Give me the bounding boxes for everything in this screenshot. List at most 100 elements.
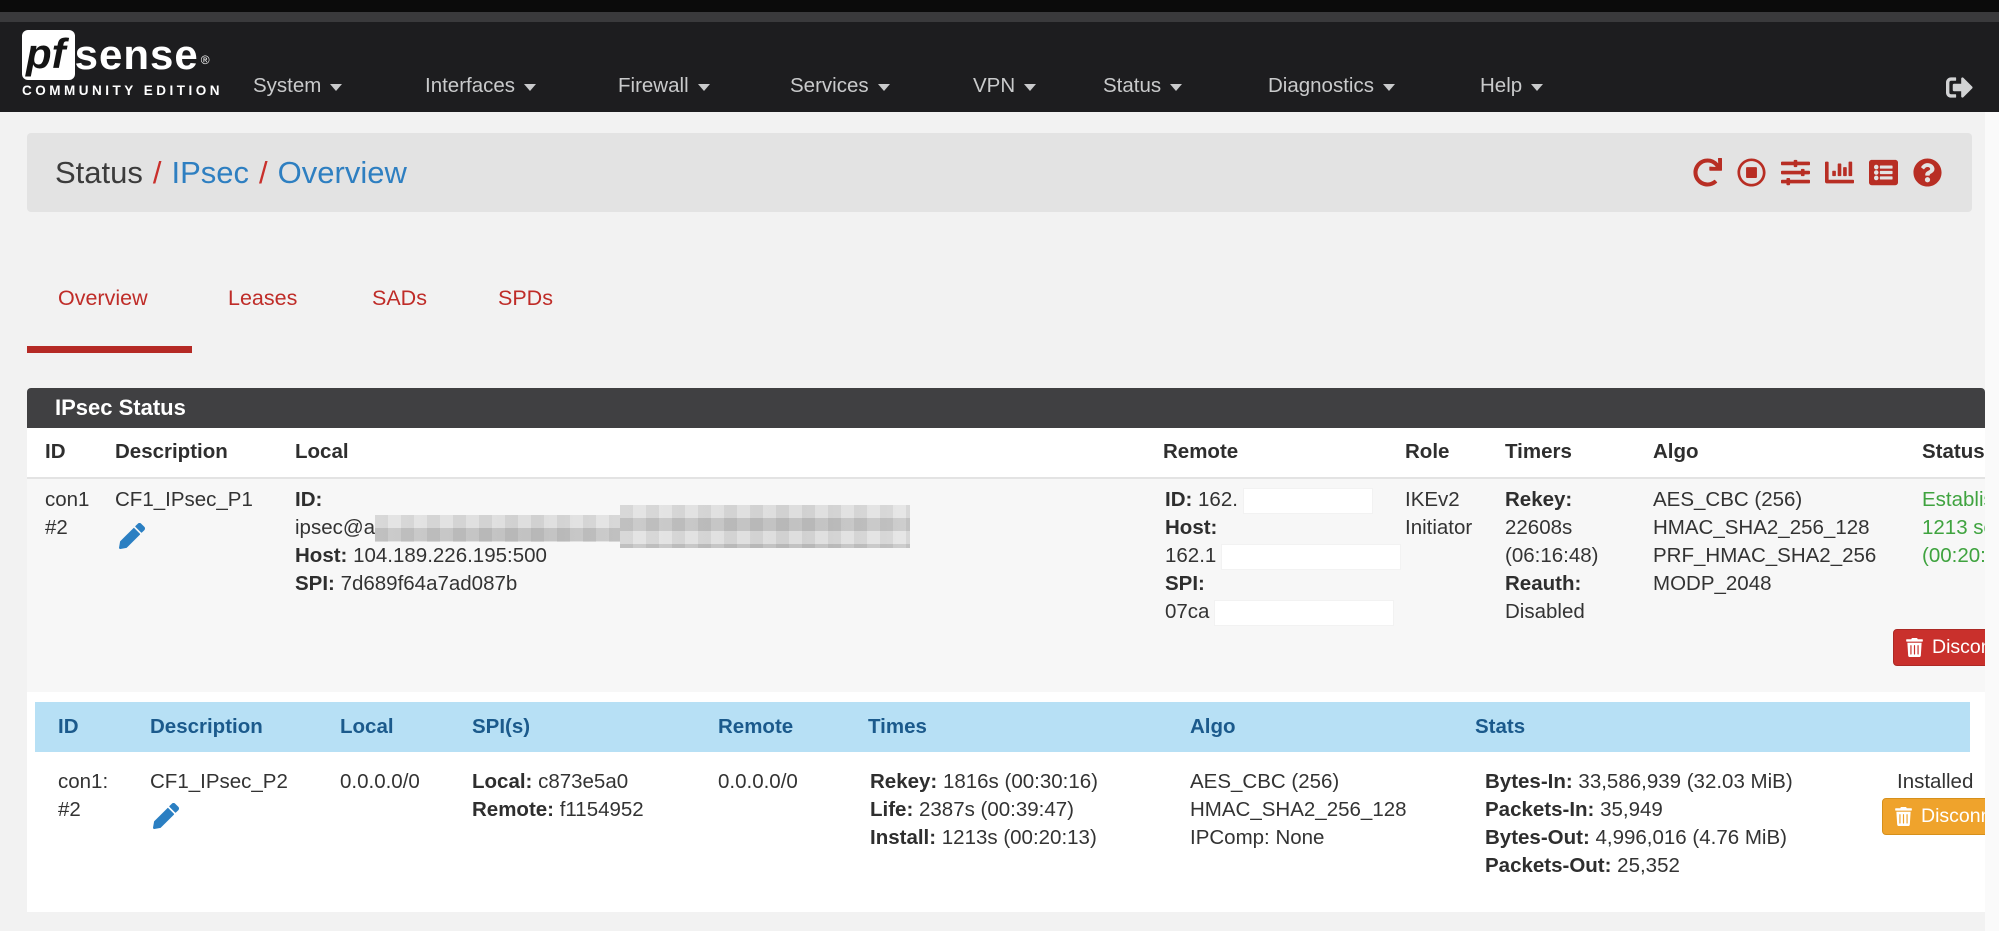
breadcrumb-separator: / xyxy=(249,155,278,190)
child-header-id: ID xyxy=(58,702,79,752)
caret-down-icon xyxy=(330,84,342,91)
col-header-timers: Timers xyxy=(1505,440,1572,470)
window-top-bar xyxy=(0,0,1999,12)
edit-pencil-icon[interactable] xyxy=(119,523,145,549)
edit-pencil-icon[interactable] xyxy=(153,803,179,829)
refresh-icon[interactable] xyxy=(1693,158,1722,187)
breadcrumb-actions xyxy=(1693,133,1942,212)
child-cell-id: con1: #2 xyxy=(58,768,108,824)
caret-down-icon xyxy=(1531,84,1543,91)
nav-vpn[interactable]: VPN xyxy=(973,72,1036,100)
nav-diagnostics-label: Diagnostics xyxy=(1268,74,1374,98)
panel-title: IPsec Status xyxy=(27,388,1985,428)
page-content: Status/IPsec/Overview xyxy=(0,112,1985,931)
nav-help-label: Help xyxy=(1480,74,1522,98)
nav-system[interactable]: System xyxy=(253,72,342,100)
col-header-status: Status xyxy=(1922,440,1985,470)
caret-down-icon xyxy=(878,84,890,91)
child-cell-algo: AES_CBC (256) HMAC_SHA2_256_128 IPComp: … xyxy=(1190,768,1407,852)
nav-status-label: Status xyxy=(1103,74,1161,98)
logo-registered-mark: ® xyxy=(201,40,210,80)
col-header-description: Description xyxy=(115,440,228,470)
child-header-remote: Remote xyxy=(718,702,793,752)
pfsense-app: pfsense® COMMUNITY EDITION System Interf… xyxy=(0,0,1999,931)
caret-down-icon xyxy=(524,84,536,91)
nav-system-label: System xyxy=(253,74,321,98)
child-cell-remote: 0.0.0.0/0 xyxy=(718,768,798,796)
col-header-id: ID xyxy=(45,440,66,470)
active-tab-indicator xyxy=(27,346,192,353)
nav-services-label: Services xyxy=(790,74,869,98)
tab-spds[interactable]: SPDs xyxy=(498,286,553,316)
nav-vpn-label: VPN xyxy=(973,74,1015,98)
ike-cell-remote: ID: 162. Host: 162.1 SPI: 07ca xyxy=(1165,486,1400,626)
redacted-box xyxy=(1215,601,1393,625)
sign-out-icon[interactable] xyxy=(1946,74,1973,101)
col-header-remote: Remote xyxy=(1163,440,1238,470)
nav-status[interactable]: Status xyxy=(1103,72,1182,100)
logo-edition: COMMUNITY EDITION xyxy=(22,83,223,98)
window-sub-bar xyxy=(0,12,1999,22)
caret-down-icon xyxy=(1383,84,1395,91)
ike-cell-description: CF1_IPsec_P1 xyxy=(115,486,253,514)
child-cell-spis: Local: c873e5a0 Remote: f1154952 xyxy=(472,768,644,824)
tab-sads[interactable]: SADs xyxy=(372,286,427,316)
child-header-algo: Algo xyxy=(1190,702,1236,752)
ike-cell-algo: AES_CBC (256) HMAC_SHA2_256_128 PRF_HMAC… xyxy=(1653,486,1876,598)
navbar: pfsense® COMMUNITY EDITION System Interf… xyxy=(0,22,1999,112)
child-disconnect-button[interactable]: Disconnect xyxy=(1882,798,1985,835)
ike-cell-role: IKEv2 Initiator xyxy=(1405,486,1472,542)
logo-pf: pf xyxy=(22,30,75,80)
ike-disconnect-button[interactable]: Disconnect xyxy=(1893,629,1985,666)
list-icon[interactable] xyxy=(1869,158,1898,187)
child-header-spis: SPI(s) xyxy=(472,702,530,752)
breadcrumb-separator: / xyxy=(143,155,172,190)
child-header-stats: Stats xyxy=(1475,702,1525,752)
breadcrumb-link-ipsec[interactable]: IPsec xyxy=(172,155,250,190)
ike-cell-local: ID: ipsec@aJd Host: 104.189.226.195:500 … xyxy=(295,486,655,598)
trash-icon xyxy=(1906,638,1923,657)
nav-diagnostics[interactable]: Diagnostics xyxy=(1268,72,1395,100)
caret-down-icon xyxy=(1170,84,1182,91)
child-header-description: Description xyxy=(150,702,263,752)
breadcrumb: Status/IPsec/Overview xyxy=(27,133,1972,212)
chart-bar-icon[interactable] xyxy=(1825,158,1854,187)
caret-down-icon xyxy=(698,84,710,91)
table-header-border xyxy=(27,477,1985,479)
child-cell-stats: Bytes-In: 33,586,939 (32.03 MiB) Packets… xyxy=(1485,768,1793,880)
breadcrumb-section: Status xyxy=(55,155,143,190)
pfsense-logo[interactable]: pfsense® COMMUNITY EDITION xyxy=(22,30,223,98)
redacted-box xyxy=(1222,545,1400,569)
child-header-local: Local xyxy=(340,702,394,752)
col-header-local: Local xyxy=(295,440,349,470)
trash-icon xyxy=(1895,807,1912,826)
child-cell-description: CF1_IPsec_P2 xyxy=(150,768,288,796)
redacted-blur xyxy=(375,515,633,542)
child-table-header: ID Description Local SPI(s) Remote Times… xyxy=(35,702,1970,752)
ike-cell-timers: Rekey: 22608s (06:16:48) Reauth: Disable… xyxy=(1505,486,1598,626)
sliders-icon[interactable] xyxy=(1781,158,1810,187)
nav-services[interactable]: Services xyxy=(790,72,890,100)
tab-overview[interactable]: Overview xyxy=(58,286,148,316)
child-cell-state: Installed xyxy=(1897,768,1973,796)
redacted-blur xyxy=(620,505,910,548)
help-icon[interactable] xyxy=(1913,158,1942,187)
tab-leases[interactable]: Leases xyxy=(228,286,297,316)
nav-firewall[interactable]: Firewall xyxy=(618,72,710,100)
logo-sense: sense xyxy=(75,30,199,80)
caret-down-icon xyxy=(1024,84,1036,91)
child-cell-local: 0.0.0.0/0 xyxy=(340,768,420,796)
nav-interfaces[interactable]: Interfaces xyxy=(425,72,536,100)
child-cell-times: Rekey: 1816s (00:30:16) Life: 2387s (00:… xyxy=(870,768,1098,852)
stop-icon[interactable] xyxy=(1737,158,1766,187)
redacted-box xyxy=(1244,489,1372,513)
ike-cell-status: Established 1213 seconds (00:20:13) xyxy=(1922,486,1985,570)
nav-help[interactable]: Help xyxy=(1480,72,1543,100)
col-header-algo: Algo xyxy=(1653,440,1699,470)
col-header-role: Role xyxy=(1405,440,1449,470)
breadcrumb-link-overview[interactable]: Overview xyxy=(278,155,407,190)
nav-firewall-label: Firewall xyxy=(618,74,689,98)
nav-interfaces-label: Interfaces xyxy=(425,74,515,98)
scrollbar-gutter[interactable] xyxy=(1985,112,1999,931)
ike-cell-id: con1 #2 xyxy=(45,486,89,542)
